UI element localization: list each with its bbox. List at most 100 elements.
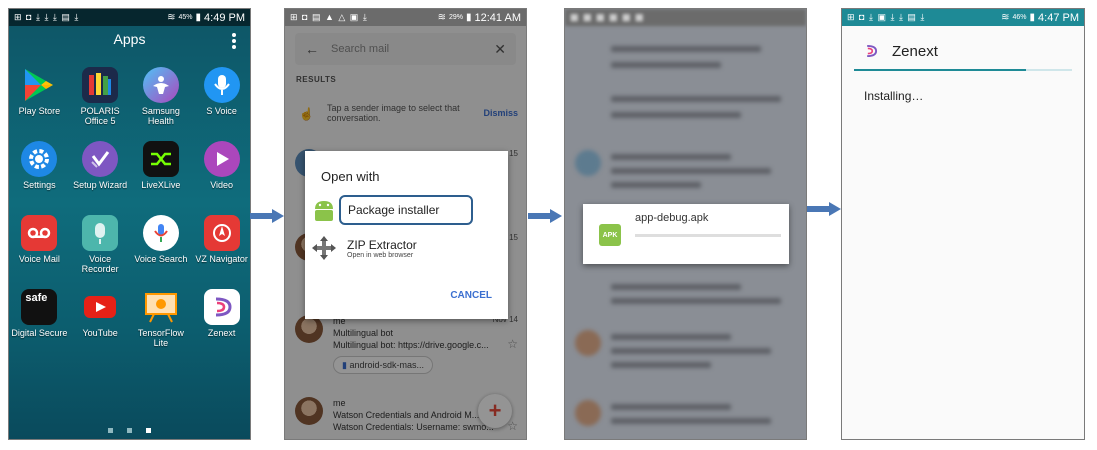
- cancel-button[interactable]: CANCEL: [450, 290, 492, 301]
- app-tensorflow-lite[interactable]: TensorFlow Lite: [131, 289, 192, 363]
- voice-search-icon: [142, 215, 179, 251]
- app-youtube[interactable]: YouTube: [70, 289, 131, 363]
- app-vz-navigator[interactable]: VZ Navigator: [191, 215, 250, 289]
- app-play-store[interactable]: Play Store: [9, 67, 70, 141]
- status-bar: ⊞ ◘ ⤓ ▣ ⤓ ⤓ ▤ ⤓ ≋ 46% ▮ 4:47 PM: [842, 9, 1084, 26]
- installer-header: [842, 26, 1084, 72]
- polaris-office-icon: [82, 67, 119, 103]
- app-s-voice[interactable]: S Voice: [191, 67, 250, 141]
- install-status: Installing…: [864, 89, 924, 103]
- flow-arrow-icon: [807, 202, 841, 216]
- battery-percent: 29%: [448, 14, 463, 21]
- app-label: VZ Navigator: [195, 254, 248, 264]
- app-label: Video: [210, 180, 234, 190]
- notification-icons: ▦ ▦ ▦ ▦ ▦ ▦: [570, 12, 645, 22]
- option-label: Package installer: [348, 203, 440, 217]
- android-icon: [311, 197, 337, 223]
- more-options-icon[interactable]: [232, 33, 236, 49]
- dialog-title: Open with: [321, 169, 380, 184]
- battery-icon: ▮: [1029, 12, 1036, 23]
- app-label: Digital Secure: [11, 328, 68, 338]
- app-label: Voice Search: [134, 254, 188, 264]
- battery-percent: 45%: [178, 14, 193, 21]
- video-icon: [203, 141, 240, 177]
- download-popup: APK app-debug.apk: [583, 204, 789, 264]
- vz-navigator-icon: [203, 215, 240, 251]
- status-bar: ⊞ ◘ ▤ ▲ △ ▣ ⤓ ≋ 29% ▮ 12:41 AM: [285, 9, 526, 26]
- app-livexlive[interactable]: LiveXLive: [131, 141, 192, 215]
- option-zip-extractor[interactable]: ZIP Extractor Open in web browser: [311, 235, 502, 261]
- install-progress-fill: [854, 69, 1027, 71]
- app-label: S Voice: [206, 106, 237, 116]
- gmail-open-with-screen: ⊞ ◘ ▤ ▲ △ ▣ ⤓ ≋ 29% ▮ 12:41 AM ← Search …: [284, 8, 527, 440]
- app-drawer-screen: ⊞ ◘ ⤓ ⤓ ⤓ ▤ ⤓ ≋ 45% ▮ 4:49 PM Apps Play …: [8, 8, 251, 440]
- app-setup-wizard[interactable]: Setup Wizard: [70, 141, 131, 215]
- wifi-icon: ≋: [167, 12, 176, 23]
- settings-icon: [21, 141, 58, 177]
- app-settings[interactable]: Settings: [9, 141, 70, 215]
- voice-recorder-icon: [82, 215, 119, 251]
- youtube-icon: [82, 289, 118, 325]
- samsung-health-icon: [142, 67, 179, 103]
- move-arrows-icon: [311, 235, 337, 261]
- app-label: LiveXLive: [141, 180, 181, 190]
- app-label: Samsung Health: [141, 106, 180, 126]
- zenext-icon: [203, 289, 240, 325]
- play-store-icon: [21, 67, 57, 103]
- flow-arrow-icon: [528, 209, 562, 223]
- app-voice-recorder[interactable]: Voice Recorder: [70, 215, 131, 289]
- app-digital-secure[interactable]: safe Digital Secure: [9, 289, 70, 363]
- app-label: Voice Recorder: [81, 254, 119, 274]
- wifi-icon: ≋: [1001, 12, 1010, 23]
- apk-file-icon: APK: [599, 224, 621, 246]
- app-label: Voice Mail: [18, 254, 60, 264]
- option-package-installer[interactable]: Package installer: [311, 195, 502, 225]
- notification-icons: ⊞ ◘ ⤓ ▣ ⤓ ⤓ ▤ ⤓: [847, 12, 926, 22]
- status-bar: ▦ ▦ ▦ ▦ ▦ ▦: [565, 9, 806, 26]
- open-with-dialog: Open with Package installer ZIP Extracto…: [305, 151, 508, 319]
- download-progress-bar: [635, 234, 781, 237]
- installer-screen: ⊞ ◘ ⤓ ▣ ⤓ ⤓ ▤ ⤓ ≋ 46% ▮ 4:47 PM Zenext I…: [841, 8, 1085, 440]
- battery-percent: 46%: [1012, 14, 1027, 21]
- app-voice-search[interactable]: Voice Search: [131, 215, 192, 289]
- flow-arrow-icon: [250, 209, 284, 223]
- battery-icon: ▮: [195, 12, 202, 23]
- app-voice-mail[interactable]: Voice Mail: [9, 215, 70, 289]
- tensorflow-lite-icon: [143, 289, 179, 325]
- page-indicator: [9, 428, 250, 433]
- s-voice-icon: [203, 67, 240, 103]
- zenext-icon: [864, 44, 878, 58]
- apk-download-screen: ▦ ▦ ▦ ▦ ▦ ▦ APK app-debug.apk: [564, 8, 807, 440]
- clock: 12:41 AM: [474, 11, 521, 24]
- clock: 4:47 PM: [1038, 11, 1079, 24]
- app-grid: Play Store POLARIS Office 5 Samsung Heal…: [9, 67, 250, 363]
- app-label: YouTube: [82, 328, 118, 338]
- voice-mail-icon: [21, 215, 58, 251]
- app-samsung-health[interactable]: Samsung Health: [131, 67, 192, 141]
- app-video[interactable]: Video: [191, 141, 250, 215]
- app-label: Setup Wizard: [73, 180, 128, 190]
- notification-icons: ⊞ ◘ ⤓ ⤓ ⤓ ▤ ⤓: [14, 12, 80, 22]
- setup-wizard-icon: [82, 141, 119, 177]
- install-progress-bar: [854, 69, 1072, 71]
- clock: 4:49 PM: [204, 11, 245, 24]
- app-name: Zenext: [892, 43, 938, 60]
- digital-secure-logo-text: safe: [25, 292, 48, 304]
- option-label: ZIP Extractor: [347, 237, 417, 252]
- app-polaris-office[interactable]: POLARIS Office 5: [70, 67, 131, 141]
- wifi-icon: ≋: [437, 12, 446, 23]
- apk-badge: APK: [602, 231, 618, 239]
- battery-icon: ▮: [466, 12, 472, 23]
- app-label: Settings: [23, 180, 56, 190]
- highlight-box: Package installer: [339, 195, 473, 225]
- app-label: Play Store: [18, 106, 61, 116]
- status-bar: ⊞ ◘ ⤓ ⤓ ⤓ ▤ ⤓ ≋ 45% ▮ 4:49 PM: [9, 9, 250, 26]
- app-label: Zenext: [207, 328, 236, 338]
- option-sublabel: Open in web browser: [347, 251, 414, 259]
- notification-icons: ⊞ ◘ ▤ ▲ △ ▣ ⤓: [290, 12, 368, 22]
- app-label: POLARIS Office 5: [80, 106, 120, 126]
- page-title: Apps: [113, 31, 146, 47]
- app-zenext[interactable]: Zenext: [191, 289, 250, 363]
- file-name: app-debug.apk: [635, 212, 709, 224]
- livexlive-icon: [142, 141, 179, 177]
